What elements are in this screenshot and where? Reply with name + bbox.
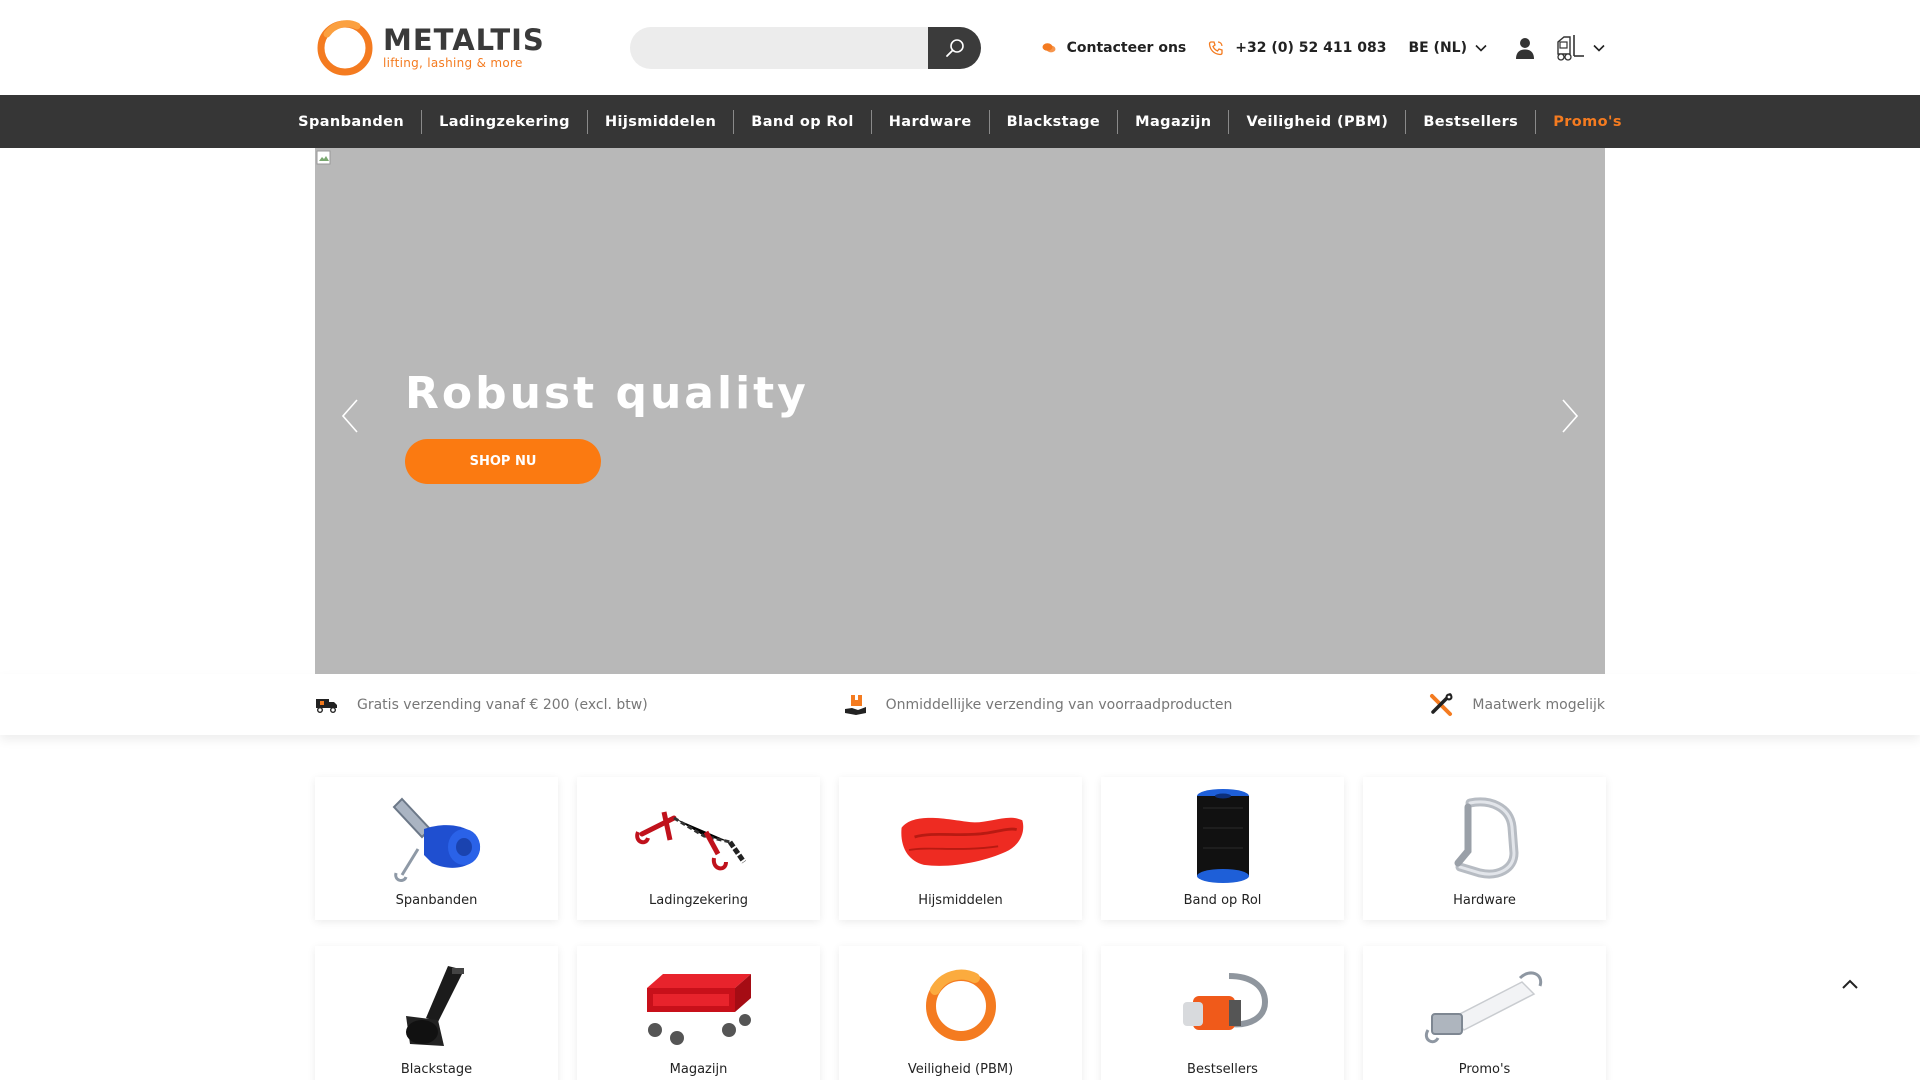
usp-immediate-shipping: Onmiddellijke verzending van voorraadpro… [844, 693, 1233, 717]
language-label: BE (NL) [1408, 39, 1467, 56]
broken-image-icon [316, 150, 331, 165]
contact-label: Contacteer ons [1066, 39, 1187, 56]
category-label: Veiligheid (PBM) [907, 1062, 1014, 1077]
nav-item-veiligheid[interactable]: Veiligheid (PBM) [1229, 109, 1407, 134]
cart-button[interactable] [1555, 34, 1605, 62]
logo-tagline: lifting, lashing & more [383, 56, 523, 70]
search-button[interactable] [928, 26, 981, 69]
category-card-promos[interactable]: Promo's [1363, 946, 1606, 1080]
logo-ring-icon [315, 18, 375, 78]
category-card-hijsmiddelen[interactable]: Hijsmiddelen [839, 777, 1082, 920]
chevron-right-icon [1562, 399, 1578, 433]
hero-shop-button[interactable]: SHOP NU [405, 439, 601, 484]
phone-number: +32 (0) 52 411 083 [1235, 39, 1387, 56]
metaltis-ring-image [896, 956, 1026, 1056]
usp-immediate-shipping-text: Onmiddellijke verzending van voorraadpro… [885, 696, 1233, 713]
category-card-veiligheid[interactable]: Veiligheid (PBM) [839, 946, 1082, 1080]
account-button[interactable] [1515, 37, 1535, 59]
category-label: Band op Rol [1183, 893, 1262, 908]
contact-link[interactable]: Contacteer ons [1042, 39, 1187, 56]
nav-item-hardware[interactable]: Hardware [872, 109, 990, 134]
category-label: Promo's [1458, 1062, 1511, 1077]
category-card-spanbanden[interactable]: Spanbanden [315, 777, 558, 920]
nav-item-spanbanden[interactable]: Spanbanden [281, 109, 423, 134]
category-card-band-op-rol[interactable]: Band op Rol [1101, 777, 1344, 920]
slider-next-button[interactable] [1555, 396, 1585, 436]
category-grid: Spanbanden Ladingzekering Hijsmiddelen B… [315, 777, 1606, 1080]
ratchet-strap-image [372, 787, 502, 887]
user-icon [1516, 37, 1534, 59]
usp-custom-work-text: Maatwerk mogelijk [1472, 696, 1605, 713]
category-card-blackstage[interactable]: Blackstage [315, 946, 558, 1080]
black-ratchet-image [372, 956, 502, 1056]
nav-item-ladingzekering[interactable]: Ladingzekering [422, 109, 588, 134]
nav-item-hijsmiddelen[interactable]: Hijsmiddelen [588, 109, 735, 134]
usp-free-shipping-text: Gratis verzending vanaf € 200 (excl. btw… [357, 696, 648, 713]
site-header: METALTIS lifting, lashing & more Contact… [0, 0, 1920, 95]
usp-custom-work: Maatwerk mogelijk [1428, 692, 1605, 718]
dolly-image [634, 956, 764, 1056]
chevron-down-icon [1475, 40, 1487, 56]
slider-prev-button[interactable] [335, 396, 365, 436]
category-label: Hijsmiddelen [918, 893, 1003, 908]
category-card-bestsellers[interactable]: Bestsellers [1101, 946, 1344, 1080]
logo-name: METALTIS [383, 23, 545, 57]
lifting-sling-image [896, 787, 1026, 887]
search-icon [945, 38, 964, 57]
hero-slider: Robust quality SHOP NU [315, 148, 1605, 674]
language-selector[interactable]: BE (NL) [1408, 40, 1487, 56]
white-strap-image [1420, 956, 1550, 1056]
chain-binder-image [634, 787, 764, 887]
usp-free-shipping: Gratis verzending vanaf € 200 (excl. btw… [315, 696, 648, 714]
category-card-hardware[interactable]: Hardware [1363, 777, 1606, 920]
search-input[interactable] [630, 26, 928, 69]
main-nav: Spanbanden Ladingzekering Hijsmiddelen B… [0, 95, 1920, 148]
logo[interactable]: METALTIS lifting, lashing & more [315, 18, 555, 78]
category-label: Bestsellers [1187, 1062, 1258, 1077]
buckle-image [1420, 787, 1550, 887]
category-label: Spanbanden [395, 893, 478, 908]
forklift-icon [1557, 34, 1584, 61]
chevron-left-icon [342, 399, 358, 433]
phone-icon [1208, 40, 1224, 56]
nav-item-magazijn[interactable]: Magazijn [1118, 109, 1230, 134]
chevron-down-icon [1593, 44, 1605, 52]
chat-icon [1042, 42, 1056, 54]
phone-link[interactable]: +32 (0) 52 411 083 [1208, 40, 1386, 56]
chevron-up-icon [1842, 979, 1858, 989]
back-to-top-button[interactable] [1838, 972, 1862, 996]
d-ring-buckle-image [1158, 956, 1288, 1056]
nav-item-band-op-rol[interactable]: Band op Rol [734, 109, 872, 134]
category-label: Hardware [1453, 893, 1516, 908]
nav-item-promos[interactable]: Promo's [1536, 110, 1639, 134]
category-card-ladingzekering[interactable]: Ladingzekering [577, 777, 820, 920]
category-label: Ladingzekering [649, 893, 748, 908]
package-hand-icon [844, 693, 868, 717]
nav-item-bestsellers[interactable]: Bestsellers [1406, 109, 1537, 134]
truck-icon [315, 696, 339, 714]
category-label: Magazijn [669, 1062, 728, 1077]
category-card-magazijn[interactable]: Magazijn [577, 946, 820, 1080]
hero-title: Robust quality [405, 368, 809, 419]
usp-bar: Gratis verzending vanaf € 200 (excl. btw… [0, 674, 1920, 735]
tape-roll-image [1158, 787, 1288, 887]
category-label: Blackstage [400, 1062, 473, 1077]
tools-icon [1428, 692, 1454, 718]
search-bar [630, 26, 981, 69]
nav-item-blackstage[interactable]: Blackstage [990, 109, 1119, 134]
